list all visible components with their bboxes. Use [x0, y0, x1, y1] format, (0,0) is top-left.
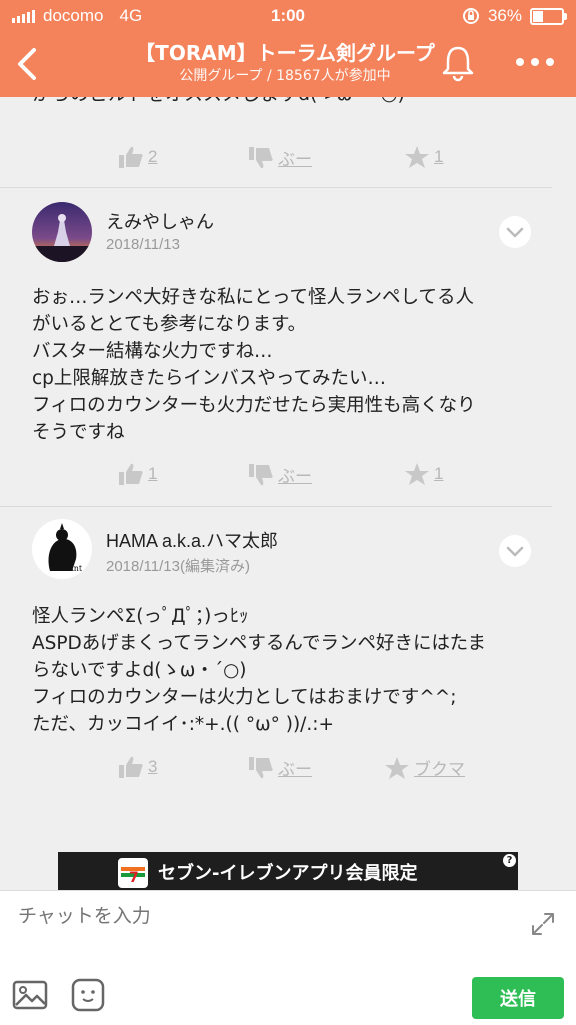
- bell-icon[interactable]: [438, 42, 478, 82]
- thumbs-down-icon: [249, 146, 273, 168]
- post-body: おぉ…ランペ大好きな私にとって怪人ランペしてる人 がいるととても参考になります。…: [32, 287, 476, 443]
- chevron-down-icon[interactable]: [499, 535, 531, 567]
- ad-text: セブン-イレブンアプリ会員限定: [158, 863, 418, 884]
- post-text: からのビルドをオススメしますd(ゝω・´○): [32, 97, 405, 106]
- star-button[interactable]: 1: [404, 145, 443, 169]
- seven-eleven-logo-icon: 7: [118, 858, 148, 888]
- avatar[interactable]: [32, 202, 92, 262]
- ad-info-badge[interactable]: ?: [503, 854, 516, 867]
- star-button[interactable]: 1: [404, 462, 443, 486]
- like-button[interactable]: 1: [118, 462, 157, 486]
- post-card: Ant HAMA a.k.a.ハマ太郎 2018/11/13(編集済み) 怪人ラ…: [0, 507, 552, 817]
- author-name[interactable]: HAMA a.k.a.ハマ太郎: [106, 527, 278, 553]
- svg-text:Ant: Ant: [67, 564, 83, 573]
- stamp-icon[interactable]: [70, 977, 106, 1013]
- svg-text:7: 7: [129, 870, 139, 886]
- post-date: 2018/11/13(編集済み): [106, 558, 250, 575]
- image-icon[interactable]: [12, 979, 48, 1011]
- dislike-button[interactable]: ぶー: [248, 145, 312, 170]
- like-button[interactable]: 2: [118, 145, 157, 169]
- battery-icon: [530, 7, 567, 25]
- post-date: 2018/11/13: [106, 236, 180, 253]
- rotation-lock-icon: [462, 8, 479, 24]
- dislike-button[interactable]: ぶー: [248, 462, 312, 487]
- send-button[interactable]: 送信: [472, 977, 564, 1019]
- more-dots-icon[interactable]: [512, 52, 558, 72]
- thumbs-up-icon: [119, 146, 143, 168]
- thumbs-up-icon: [119, 756, 143, 778]
- bookmark-button[interactable]: ブクマ: [384, 755, 465, 780]
- status-bar: docomo 4G 1:00 36%: [0, 6, 576, 26]
- thumbs-down-icon: [249, 756, 273, 778]
- like-button[interactable]: 3: [118, 755, 157, 779]
- thumbs-down-icon: [249, 463, 273, 485]
- post-card: からのビルドをオススメしますd(ゝω・´○) 2 ぶー 1: [0, 97, 552, 187]
- app-header: docomo 4G 1:00 36% 【TORAM】トーラム剣グループ 公開グル…: [0, 0, 576, 97]
- avatar[interactable]: Ant: [32, 519, 92, 579]
- ad-banner[interactable]: 7 セブン-イレブンアプリ会員限定 ?: [58, 852, 518, 890]
- thumbs-up-icon: [119, 463, 143, 485]
- back-chevron-icon[interactable]: [10, 42, 50, 86]
- battery-percent: 36%: [487, 6, 522, 25]
- dislike-button[interactable]: ぶー: [248, 755, 312, 780]
- star-icon: [385, 756, 409, 779]
- post-body: 怪人ランペΣ(っﾟДﾟ；)っﾋｯ ASPDあげまくってランペするんでランペ好きに…: [32, 606, 487, 735]
- star-icon: [405, 146, 429, 168]
- post-card: えみやしゃん 2018/11/13 おぉ…ランペ大好きな私にとって怪人ランペして…: [0, 188, 552, 506]
- expand-icon[interactable]: [530, 911, 556, 937]
- group-subtitle: 公開グループ / 18567人が参加中: [179, 68, 391, 84]
- group-title-area[interactable]: 【TORAM】トーラム剣グループ 公開グループ / 18567人が参加中: [70, 40, 500, 86]
- message-feed[interactable]: からのビルドをオススメしますd(ゝω・´○) 2 ぶー 1 えみやしゃん 201…: [0, 97, 576, 890]
- author-name[interactable]: えみやしゃん: [106, 208, 214, 234]
- chat-composer: 送信: [0, 890, 576, 1025]
- chat-input[interactable]: [18, 905, 498, 927]
- chevron-down-icon[interactable]: [499, 216, 531, 248]
- star-icon: [405, 463, 429, 485]
- group-title: 【TORAM】トーラム剣グループ: [135, 41, 435, 65]
